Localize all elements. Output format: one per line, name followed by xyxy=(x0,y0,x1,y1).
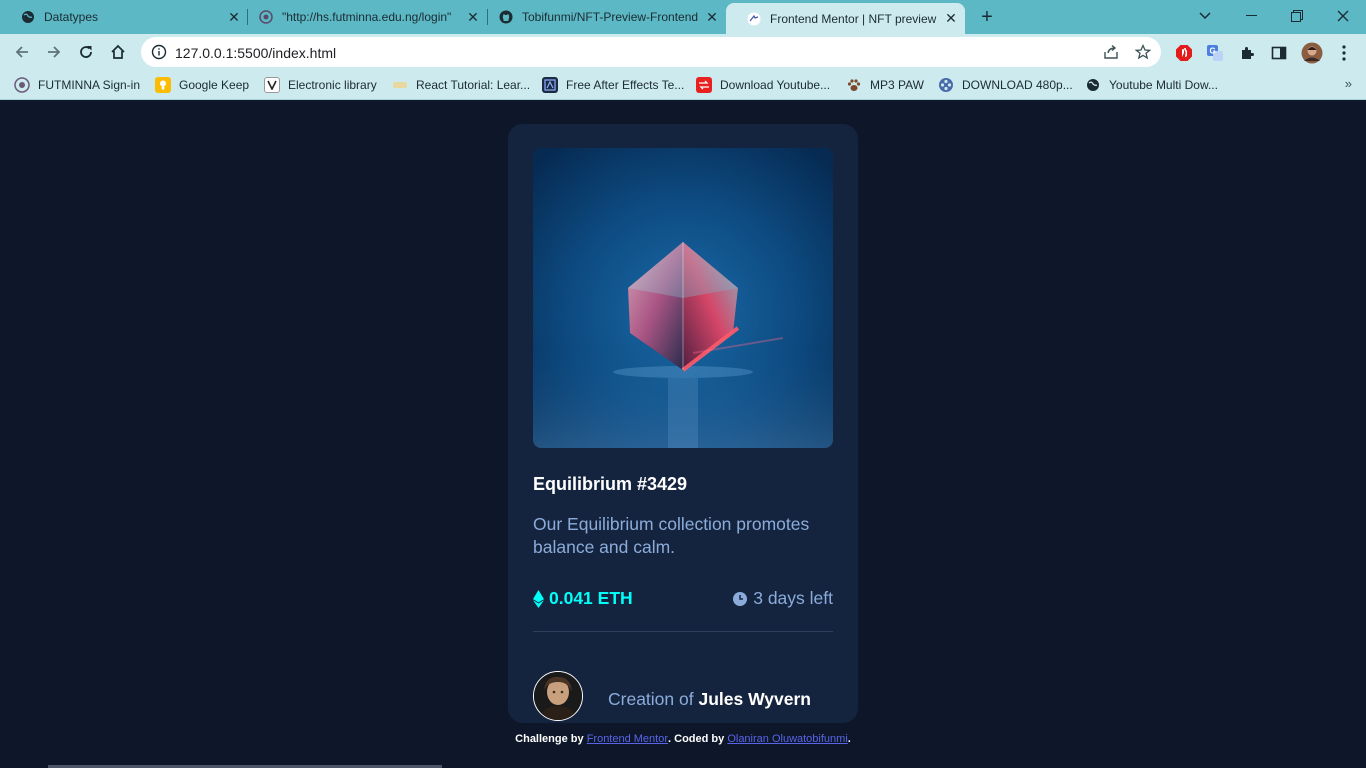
ethereum-icon xyxy=(533,589,544,608)
bookmark-download-480p[interactable]: DOWNLOAD 480p... xyxy=(938,76,1073,94)
creator-prefix: Creation of xyxy=(608,689,694,709)
svg-text:G: G xyxy=(1210,47,1216,56)
github-icon xyxy=(498,9,514,25)
bookmark-label: Free After Effects Te... xyxy=(566,78,685,92)
site-info-icon[interactable] xyxy=(151,44,167,60)
google-keep-icon xyxy=(155,77,171,93)
bookmark-label: FUTMINNA Sign-in xyxy=(38,78,141,92)
bookmark-electronic-library[interactable]: Electronic library xyxy=(264,76,377,94)
restore-window-button[interactable] xyxy=(1274,0,1320,32)
tab-github-repo[interactable]: Tobifunmi/NFT-Preview-Frontend ✕ xyxy=(478,0,726,34)
translate-extension-icon[interactable]: G xyxy=(1204,42,1226,64)
nft-title[interactable]: Equilibrium #3429 xyxy=(533,474,687,495)
film-reel-icon xyxy=(938,77,954,93)
globe-icon xyxy=(20,9,36,25)
clock-icon xyxy=(733,591,748,606)
home-icon[interactable] xyxy=(104,38,132,66)
close-icon[interactable]: ✕ xyxy=(704,9,720,25)
creator-credit: Creation of Jules Wyvern xyxy=(608,689,811,710)
frontend-mentor-link[interactable]: Frontend Mentor xyxy=(587,733,668,745)
bookmark-label: DOWNLOAD 480p... xyxy=(962,78,1073,92)
creator-avatar xyxy=(533,671,583,721)
nft-price: 0.041 ETH xyxy=(533,588,633,609)
bookmark-mp3-paw[interactable]: MP3 PAW xyxy=(846,76,924,94)
globe-icon xyxy=(1085,77,1101,93)
react-icon xyxy=(392,77,408,93)
after-effects-icon xyxy=(542,77,558,93)
attribution-footer: Challenge by Frontend Mentor. Coded by O… xyxy=(0,733,1366,745)
library-icon xyxy=(264,77,280,93)
tab-title: Frontend Mentor | NFT preview c xyxy=(770,11,939,26)
bookmark-free-after-effects[interactable]: Free After Effects Te... xyxy=(542,76,684,94)
share-icon[interactable] xyxy=(1102,43,1120,61)
bookmark-label: Youtube Multi Dow... xyxy=(1109,78,1218,92)
bookmark-label: MP3 PAW xyxy=(870,78,925,92)
url-text: 127.0.0.1:5500/index.html xyxy=(175,45,337,61)
bookmark-youtube-multi-download[interactable]: Youtube Multi Dow... xyxy=(1085,76,1218,94)
paw-icon xyxy=(846,77,862,93)
tab-title: Datatypes xyxy=(44,10,99,24)
author-link[interactable]: Olaniran Oluwatobifunmi xyxy=(727,733,847,745)
attribution-prefix: Challenge by xyxy=(515,733,584,745)
nft-preview-card: Equilibrium #3429 Our Equilibrium collec… xyxy=(508,124,858,723)
tab-title: Tobifunmi/NFT-Preview-Frontend xyxy=(522,10,699,24)
attribution-middle: . Coded by xyxy=(668,733,725,745)
reload-icon[interactable] xyxy=(72,38,100,66)
tab-futminna-login[interactable]: "http://hs.futminna.edu.ng/login" ✕ xyxy=(238,0,487,34)
bookmark-futminna-sign-in[interactable]: FUTMINNA Sign-in xyxy=(14,76,140,94)
page-viewport: Equilibrium #3429 Our Equilibrium collec… xyxy=(0,101,1366,768)
time-remaining: 3 days left xyxy=(733,588,833,609)
attribution-suffix: . xyxy=(847,733,851,745)
minimize-window-button[interactable] xyxy=(1228,0,1274,32)
side-panel-icon[interactable] xyxy=(1268,42,1290,64)
tab-title: "http://hs.futminna.edu.ng/login" xyxy=(282,10,452,24)
browser-toolbar: 127.0.0.1:5500/index.html G xyxy=(0,34,1366,70)
tab-search-chevron-icon[interactable] xyxy=(1182,0,1228,32)
adblock-extension-icon[interactable] xyxy=(1173,42,1195,64)
bookmark-download-youtube[interactable]: Download Youtube... xyxy=(696,76,830,94)
youtube-download-icon xyxy=(696,77,712,93)
tab-datatypes[interactable]: Datatypes ✕ xyxy=(0,0,248,34)
tab-frontend-mentor-active[interactable]: Frontend Mentor | NFT preview c ✕ xyxy=(726,3,965,34)
bookmark-label: Electronic library xyxy=(288,78,377,92)
bookmark-label: React Tutorial: Lear... xyxy=(416,78,531,92)
address-bar[interactable]: 127.0.0.1:5500/index.html xyxy=(141,37,1161,67)
nft-description: Our Equilibrium collection promotes bala… xyxy=(533,514,810,557)
futminna-icon xyxy=(14,77,30,93)
bookmarks-bar: FUTMINNA Sign-in Google Keep Electronic … xyxy=(0,70,1366,100)
back-arrow-icon[interactable] xyxy=(8,38,36,66)
forward-arrow-icon[interactable] xyxy=(40,38,68,66)
bookmarks-overflow-chevron-icon[interactable]: » xyxy=(1345,76,1352,91)
bookmark-label: Download Youtube... xyxy=(720,78,831,92)
close-window-button[interactable] xyxy=(1320,0,1366,32)
kebab-menu-icon[interactable] xyxy=(1333,42,1355,64)
browser-tab-strip: Datatypes ✕ "http://hs.futminna.edu.ng/l… xyxy=(0,0,1366,34)
nft-hero-image[interactable] xyxy=(533,148,833,448)
bookmark-label: Google Keep xyxy=(179,78,250,92)
price-value: 0.041 ETH xyxy=(549,588,633,608)
bookmark-google-keep[interactable]: Google Keep xyxy=(155,76,249,94)
puzzle-extensions-icon[interactable] xyxy=(1236,42,1258,64)
frontend-mentor-icon xyxy=(746,11,762,27)
bookmark-star-icon[interactable] xyxy=(1134,43,1152,61)
profile-avatar-icon[interactable] xyxy=(1301,42,1323,64)
futminna-icon xyxy=(258,9,274,25)
close-icon[interactable]: ✕ xyxy=(943,10,959,27)
time-left-text: 3 days left xyxy=(753,588,833,608)
creator-name[interactable]: Jules Wyvern xyxy=(698,689,811,709)
card-divider xyxy=(533,631,833,632)
equilibrium-cube-image xyxy=(533,148,833,448)
bookmark-react-tutorial[interactable]: React Tutorial: Lear... xyxy=(392,76,530,94)
new-tab-button[interactable]: + xyxy=(975,5,999,29)
